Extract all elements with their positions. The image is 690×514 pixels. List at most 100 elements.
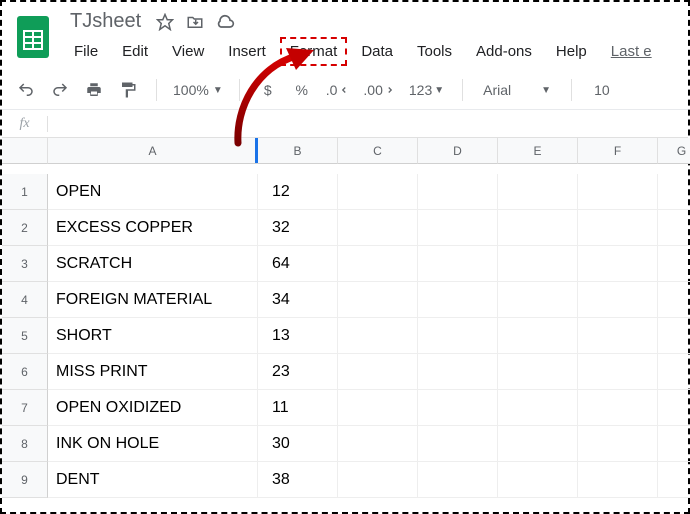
cell-B7[interactable]: 11 bbox=[258, 390, 338, 426]
formula-input[interactable] bbox=[48, 110, 688, 137]
cell[interactable] bbox=[658, 246, 690, 282]
col-header-D[interactable]: D bbox=[418, 138, 498, 164]
cell[interactable] bbox=[498, 462, 578, 498]
increase-decimal-button[interactable]: .00 bbox=[359, 76, 398, 104]
cell[interactable] bbox=[498, 318, 578, 354]
row-header[interactable]: 6 bbox=[2, 354, 48, 390]
cell-A7[interactable]: OPEN OXIDIZED bbox=[48, 390, 258, 426]
cell[interactable] bbox=[578, 354, 658, 390]
cell-B6[interactable]: 23 bbox=[258, 354, 338, 390]
col-header-C[interactable]: C bbox=[338, 138, 418, 164]
cell-A5[interactable]: SHORT bbox=[48, 318, 258, 354]
undo-button[interactable] bbox=[12, 76, 40, 104]
zoom-dropdown[interactable]: 100% ▼ bbox=[171, 82, 225, 98]
cell[interactable] bbox=[498, 282, 578, 318]
paint-format-button[interactable] bbox=[114, 76, 142, 104]
menu-data[interactable]: Data bbox=[351, 37, 403, 66]
cell[interactable] bbox=[658, 282, 690, 318]
cell[interactable] bbox=[418, 462, 498, 498]
cell[interactable] bbox=[578, 210, 658, 246]
last-edit-link[interactable]: Last e bbox=[601, 37, 662, 66]
menu-format[interactable]: Format bbox=[280, 37, 348, 66]
select-all-corner[interactable] bbox=[2, 138, 48, 164]
cell[interactable] bbox=[418, 246, 498, 282]
cell[interactable] bbox=[338, 354, 418, 390]
cell[interactable] bbox=[338, 462, 418, 498]
menu-insert[interactable]: Insert bbox=[218, 37, 276, 66]
menu-view[interactable]: View bbox=[162, 37, 214, 66]
cell[interactable] bbox=[658, 210, 690, 246]
cell[interactable] bbox=[418, 210, 498, 246]
cell-A1[interactable]: OPEN bbox=[48, 174, 258, 210]
cell-B1[interactable]: 12 bbox=[258, 174, 338, 210]
cell[interactable] bbox=[338, 318, 418, 354]
col-header-F[interactable]: F bbox=[578, 138, 658, 164]
menu-edit[interactable]: Edit bbox=[112, 37, 158, 66]
cell[interactable] bbox=[658, 354, 690, 390]
cell-B2[interactable]: 32 bbox=[258, 210, 338, 246]
cell-A3[interactable]: SCRATCH bbox=[48, 246, 258, 282]
cell[interactable] bbox=[338, 282, 418, 318]
cell[interactable] bbox=[498, 210, 578, 246]
star-icon[interactable] bbox=[155, 12, 175, 32]
cell[interactable] bbox=[418, 390, 498, 426]
cell-A2[interactable]: EXCESS COPPER bbox=[48, 210, 258, 246]
cell[interactable] bbox=[658, 426, 690, 462]
cell-A4[interactable]: FOREIGN MATERIAL bbox=[48, 282, 258, 318]
cell-A8[interactable]: INK ON HOLE bbox=[48, 426, 258, 462]
row-header[interactable]: 7 bbox=[2, 390, 48, 426]
cell-A6[interactable]: MISS PRINT bbox=[48, 354, 258, 390]
font-size-input[interactable]: 10 bbox=[586, 82, 618, 98]
row-header[interactable]: 8 bbox=[2, 426, 48, 462]
row-header[interactable]: 1 bbox=[2, 174, 48, 210]
cell[interactable] bbox=[338, 390, 418, 426]
cell[interactable] bbox=[418, 354, 498, 390]
row-header[interactable]: 4 bbox=[2, 282, 48, 318]
cell[interactable] bbox=[498, 426, 578, 462]
cell-B8[interactable]: 30 bbox=[258, 426, 338, 462]
cell[interactable] bbox=[338, 246, 418, 282]
cell-B9[interactable]: 38 bbox=[258, 462, 338, 498]
row-header[interactable]: 3 bbox=[2, 246, 48, 282]
cell[interactable] bbox=[338, 426, 418, 462]
cell[interactable] bbox=[498, 174, 578, 210]
cell[interactable] bbox=[418, 174, 498, 210]
menu-help[interactable]: Help bbox=[546, 37, 597, 66]
cell[interactable] bbox=[418, 318, 498, 354]
row-header[interactable]: 5 bbox=[2, 318, 48, 354]
cell[interactable] bbox=[498, 390, 578, 426]
menu-addons[interactable]: Add-ons bbox=[466, 37, 542, 66]
col-header-A[interactable]: A bbox=[48, 138, 258, 164]
cell[interactable] bbox=[418, 426, 498, 462]
number-format-dropdown[interactable]: 123 ▼ bbox=[405, 76, 448, 104]
cell[interactable] bbox=[498, 246, 578, 282]
row-header[interactable]: 9 bbox=[2, 462, 48, 498]
cell[interactable] bbox=[338, 174, 418, 210]
cell[interactable] bbox=[498, 354, 578, 390]
currency-button[interactable]: $ bbox=[254, 76, 282, 104]
col-header-E[interactable]: E bbox=[498, 138, 578, 164]
cell[interactable] bbox=[658, 318, 690, 354]
spreadsheet-grid[interactable]: A B C D E F G 1 OPEN 12 2 EXCESS COPPER … bbox=[2, 138, 688, 498]
cell[interactable] bbox=[578, 462, 658, 498]
menu-tools[interactable]: Tools bbox=[407, 37, 462, 66]
decrease-decimal-button[interactable]: .0 bbox=[322, 76, 354, 104]
sheets-logo-icon[interactable] bbox=[14, 11, 52, 63]
col-header-B[interactable]: B bbox=[258, 138, 338, 164]
col-header-G[interactable]: G bbox=[658, 138, 690, 164]
row-header[interactable]: 2 bbox=[2, 210, 48, 246]
cell[interactable] bbox=[578, 282, 658, 318]
cell[interactable] bbox=[338, 210, 418, 246]
cell-B5[interactable]: 13 bbox=[258, 318, 338, 354]
cell-A9[interactable]: DENT bbox=[48, 462, 258, 498]
print-button[interactable] bbox=[80, 76, 108, 104]
cell[interactable] bbox=[658, 390, 690, 426]
cell-B4[interactable]: 34 bbox=[258, 282, 338, 318]
cell[interactable] bbox=[578, 174, 658, 210]
move-icon[interactable] bbox=[185, 12, 205, 32]
fx-icon[interactable]: fx bbox=[2, 116, 48, 132]
menu-file[interactable]: File bbox=[64, 37, 108, 66]
cell[interactable] bbox=[578, 246, 658, 282]
cell[interactable] bbox=[578, 426, 658, 462]
font-family-dropdown[interactable]: Arial ▼ bbox=[477, 76, 557, 104]
